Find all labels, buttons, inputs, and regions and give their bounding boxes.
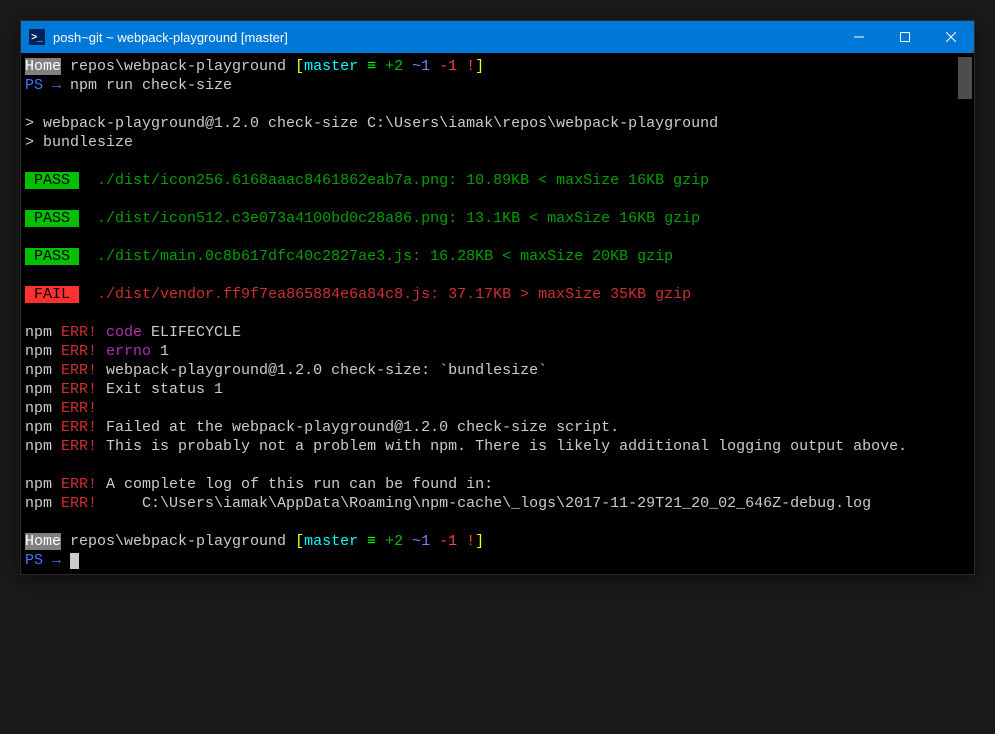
err-label: ERR! (52, 343, 97, 360)
ps-prompt: PS (25, 552, 43, 569)
window-controls (836, 21, 974, 53)
git-branch: master (304, 58, 358, 75)
err-text: Failed at the webpack-playground@1.2.0 c… (97, 419, 619, 436)
minimize-button[interactable] (836, 21, 882, 53)
titlebar-left: >_ posh~git ~ webpack-playground [master… (21, 29, 288, 45)
git-branch: master (304, 533, 358, 550)
err-text: A complete log of this run can be found … (97, 476, 493, 493)
window-title: posh~git ~ webpack-playground [master] (53, 30, 288, 45)
scrollbar-thumb[interactable] (958, 57, 972, 99)
err-text: This is probably not a problem with npm.… (97, 438, 907, 455)
terminal-output: Home repos\webpack-playground [master ≡ … (25, 57, 970, 570)
home-badge: Home (25, 533, 61, 550)
fail-badge: FAIL (25, 286, 79, 303)
err-text: Exit status 1 (97, 381, 223, 398)
command: npm run check-size (70, 77, 232, 94)
err-label: ERR! (52, 495, 97, 512)
npm-run-header: > webpack-playground@1.2.0 check-size C:… (25, 115, 718, 132)
titlebar[interactable]: >_ posh~git ~ webpack-playground [master… (21, 21, 974, 53)
git-modified: ~1 (403, 533, 430, 550)
err-label: ERR! (52, 381, 97, 398)
scrollbar-track[interactable] (958, 57, 972, 570)
result-line: ./dist/icon256.6168aaac8461862eab7a.png:… (79, 172, 709, 189)
pass-badge: PASS (25, 248, 79, 265)
pass-badge: PASS (25, 210, 79, 227)
cwd-path: repos\webpack-playground (61, 533, 295, 550)
git-added: +2 (385, 533, 403, 550)
err-label: ERR! (52, 476, 97, 493)
arrow-icon: → (43, 77, 70, 94)
err-label: ERR! (52, 324, 97, 341)
ps-prompt: PS (25, 77, 43, 94)
scrollbar[interactable] (958, 57, 972, 570)
powershell-icon: >_ (29, 29, 45, 45)
err-label: ERR! (52, 419, 97, 436)
arrow-icon: → (43, 552, 70, 569)
git-deleted: -1 (430, 58, 457, 75)
err-label: ERR! (52, 400, 97, 417)
git-conflict: ! (457, 58, 475, 75)
result-line: ./dist/icon512.c3e073a4100bd0c28a86.png:… (79, 210, 700, 227)
home-badge: Home (25, 58, 61, 75)
git-added: +2 (385, 58, 403, 75)
err-label: ERR! (52, 438, 97, 455)
err-code: ELIFECYCLE (142, 324, 241, 341)
err-text: webpack-playground@1.2.0 check-size: `bu… (97, 362, 547, 379)
maximize-button[interactable] (882, 21, 928, 53)
close-button[interactable] (928, 21, 974, 53)
err-errno: 1 (151, 343, 169, 360)
cwd-path: repos\webpack-playground (61, 58, 295, 75)
npm-run-script: > bundlesize (25, 134, 133, 151)
cursor (70, 553, 79, 569)
result-line: ./dist/vendor.ff9f7ea865884e6a84c8.js: 3… (79, 286, 691, 303)
terminal-window: >_ posh~git ~ webpack-playground [master… (20, 20, 975, 575)
git-modified: ~1 (403, 58, 430, 75)
git-conflict: ! (457, 533, 475, 550)
result-line: ./dist/main.0c8b617dfc40c2827ae3.js: 16.… (79, 248, 673, 265)
err-logpath: C:\Users\iamak\AppData\Roaming\npm-cache… (97, 495, 871, 512)
err-label: ERR! (52, 362, 97, 379)
git-deleted: -1 (430, 533, 457, 550)
pass-badge: PASS (25, 172, 79, 189)
terminal-body[interactable]: Home repos\webpack-playground [master ≡ … (21, 53, 974, 574)
